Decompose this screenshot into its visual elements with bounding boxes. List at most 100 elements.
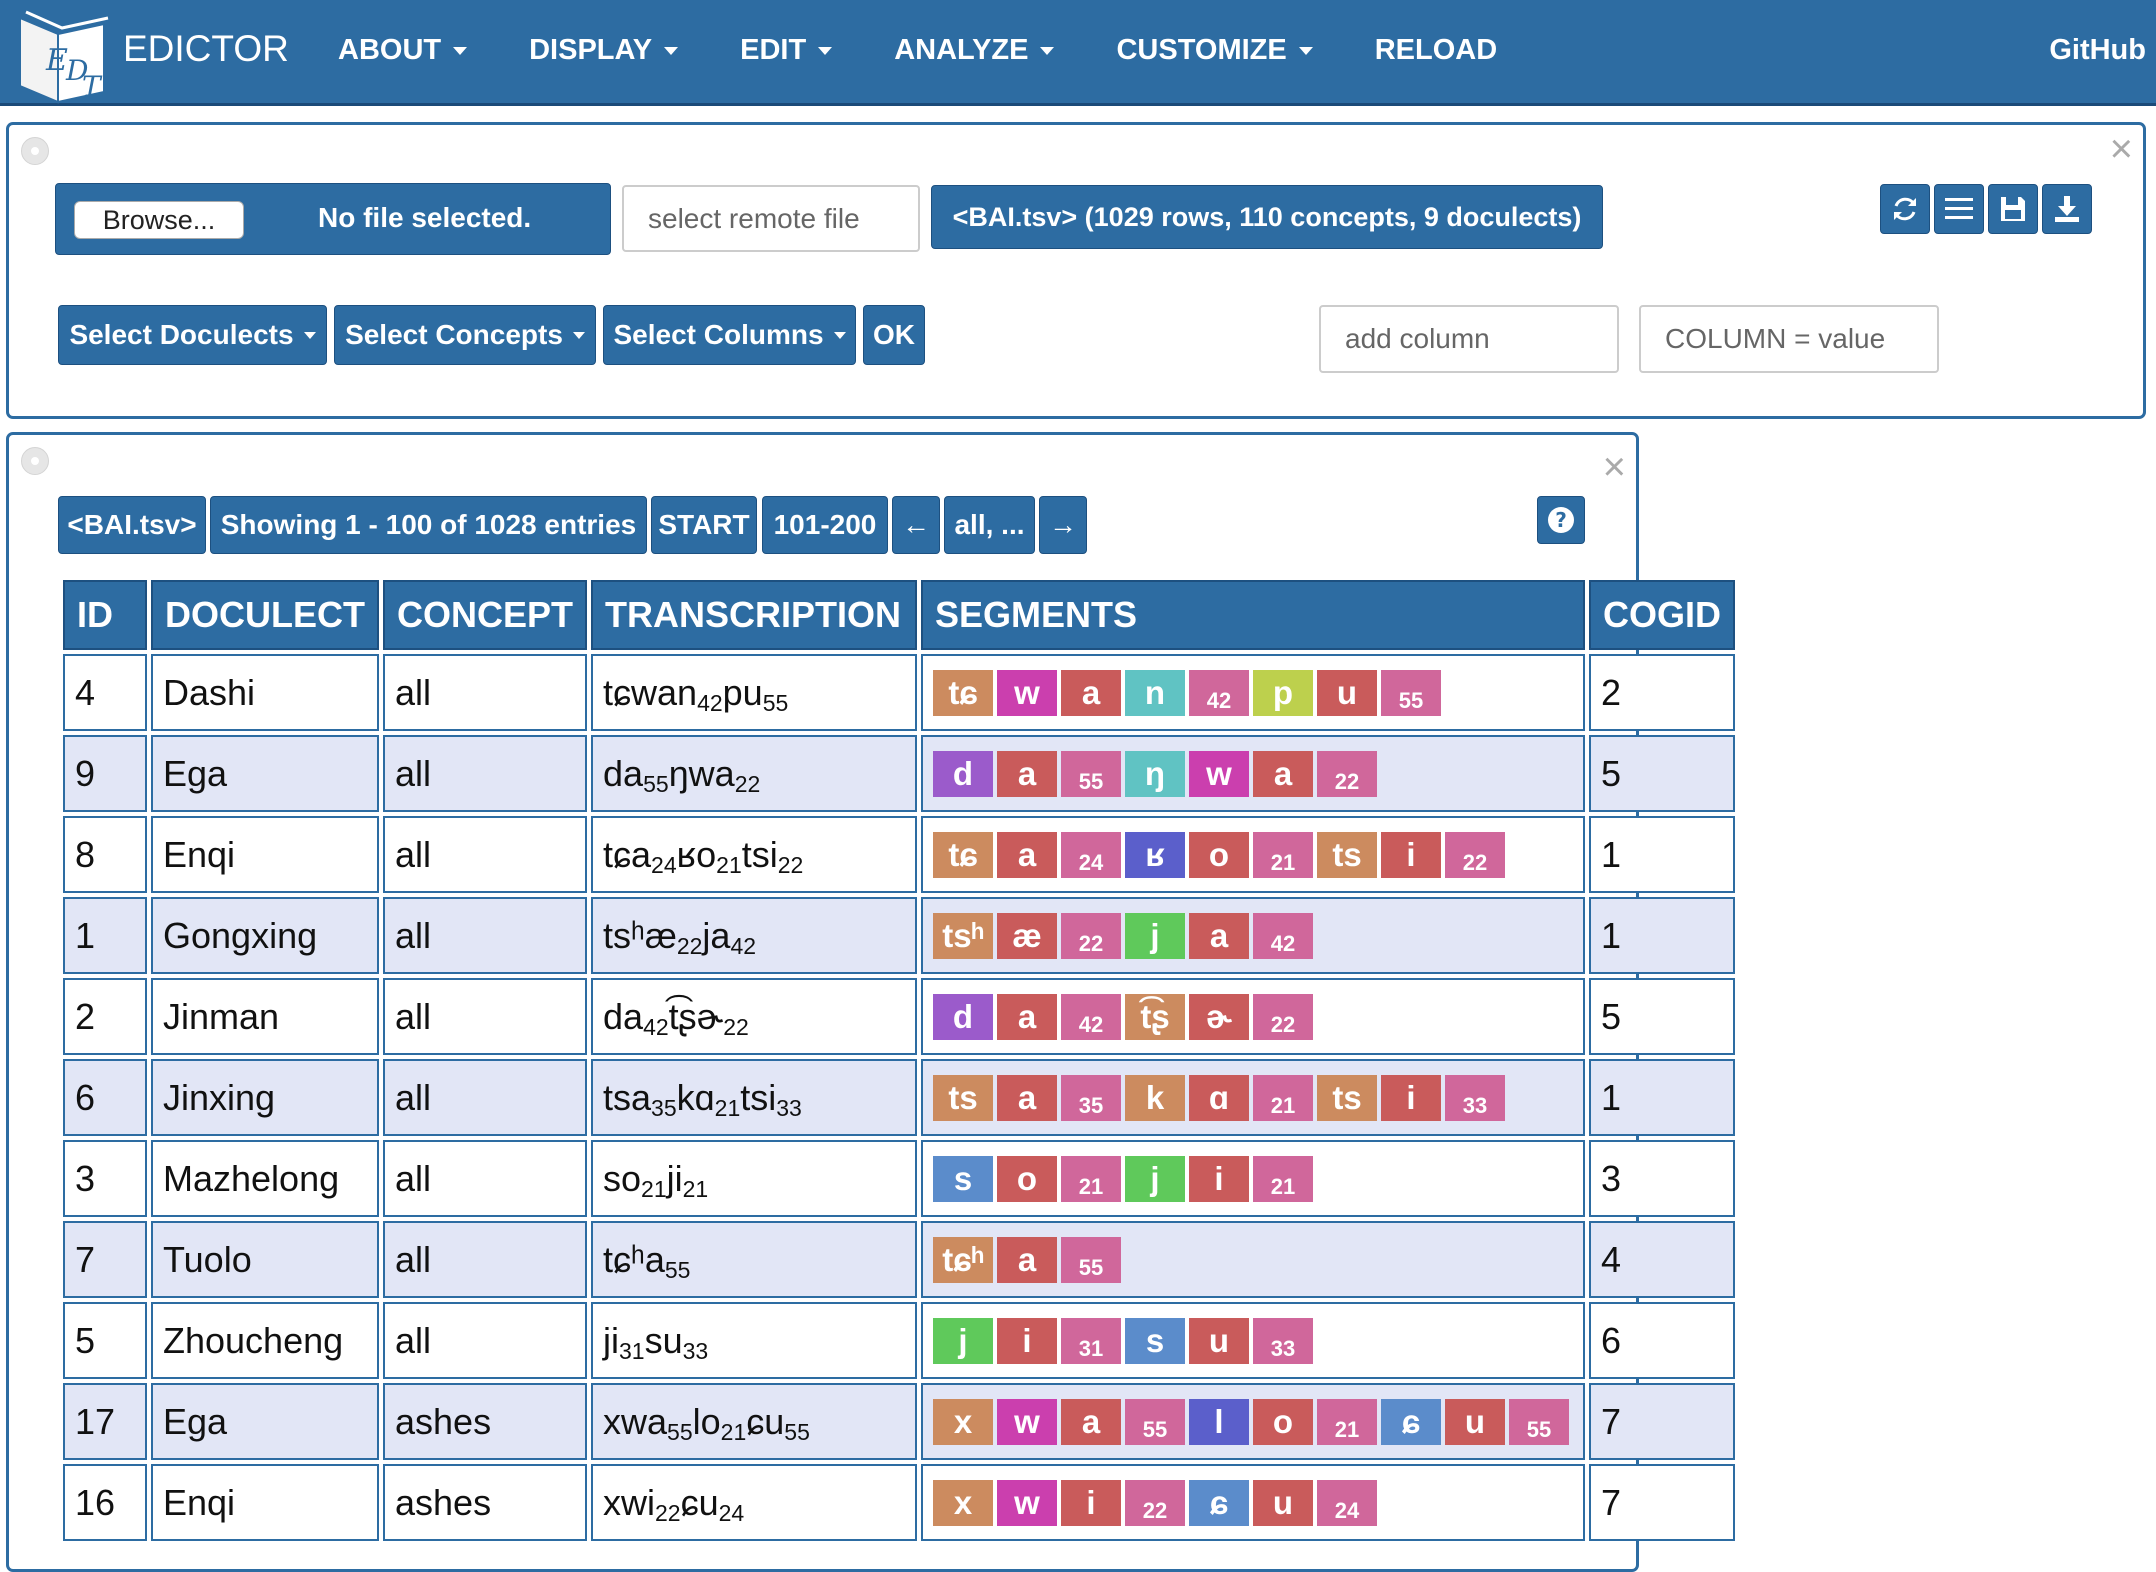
doculect-cell[interactable]: Gongxing <box>151 897 379 974</box>
id-cell[interactable]: 1 <box>63 897 147 974</box>
segments-cell[interactable]: tsʰ æ 22 j a 42 <box>921 897 1586 974</box>
segment-token[interactable]: ts <box>1317 831 1378 878</box>
transcription-cell[interactable]: tɕa24ʁo21tsi22 <box>591 816 918 893</box>
segment-token[interactable]: w <box>1189 750 1250 797</box>
nav-analyze[interactable]: ANALYZE <box>894 34 1055 67</box>
segment-token[interactable]: a <box>1061 669 1122 716</box>
segment-token[interactable]: u <box>1189 1317 1250 1364</box>
nav-customize[interactable]: CUSTOMIZE <box>1116 34 1313 67</box>
concept-cell[interactable]: ashes <box>383 1464 588 1541</box>
segment-token[interactable]: i <box>1189 1155 1250 1202</box>
doculect-cell[interactable]: Zhoucheng <box>151 1302 379 1379</box>
segment-token[interactable]: p <box>1253 669 1314 716</box>
segment-token[interactable]: 22 <box>1317 750 1378 797</box>
doculect-cell[interactable]: Dashi <box>151 654 379 731</box>
save-button[interactable] <box>1988 184 2038 234</box>
segment-token[interactable]: 31 <box>1061 1317 1122 1364</box>
id-cell[interactable]: 9 <box>63 735 147 812</box>
segment-token[interactable]: u <box>1253 1479 1314 1526</box>
segment-token[interactable]: i <box>1381 1074 1442 1121</box>
segment-token[interactable]: s <box>1125 1317 1186 1364</box>
doculect-cell[interactable]: Mazhelong <box>151 1140 379 1217</box>
transcription-cell[interactable]: da42t͡ʂɚ22 <box>591 978 918 1055</box>
segment-token[interactable]: a <box>1253 750 1314 797</box>
column-header-concept[interactable]: CONCEPT <box>383 580 588 650</box>
segments-cell[interactable]: tɕ w a n 42 p u 55 <box>921 654 1586 731</box>
segment-token[interactable]: 22 <box>1125 1479 1186 1526</box>
nav-display[interactable]: DISPLAY <box>529 34 679 67</box>
table-row[interactable]: 5 Zhoucheng all ji31su33 j i 31 s u 33 6 <box>63 1302 1736 1379</box>
segment-token[interactable]: tɕ <box>933 669 994 716</box>
segment-token[interactable]: o <box>1189 831 1250 878</box>
segment-token[interactable]: a <box>1189 912 1250 959</box>
cogid-cell[interactable]: 7 <box>1589 1383 1736 1460</box>
segment-token[interactable]: u <box>1445 1398 1506 1445</box>
id-cell[interactable]: 16 <box>63 1464 147 1541</box>
transcription-cell[interactable]: so21ji21 <box>591 1140 918 1217</box>
segment-token[interactable]: 42 <box>1189 669 1250 716</box>
table-row[interactable]: 3 Mazhelong all so21ji21 s o 21 j i 21 3 <box>63 1140 1736 1217</box>
file-input[interactable]: Browse... No file selected. <box>55 183 611 255</box>
edictor-logo-icon[interactable]: E D T <box>12 4 116 104</box>
concept-cell[interactable]: all <box>383 897 588 974</box>
id-cell[interactable]: 8 <box>63 816 147 893</box>
close-icon[interactable]: × <box>2110 129 2133 169</box>
segment-token[interactable]: ts <box>1317 1074 1378 1121</box>
segment-token[interactable]: 22 <box>1445 831 1506 878</box>
segment-token[interactable]: a <box>997 750 1058 797</box>
segment-token[interactable]: ts <box>933 1074 994 1121</box>
start-button[interactable]: START <box>651 496 757 554</box>
segment-token[interactable]: w <box>997 669 1058 716</box>
id-cell[interactable]: 4 <box>63 654 147 731</box>
download-button[interactable] <box>2042 184 2092 234</box>
segment-token[interactable]: n <box>1125 669 1186 716</box>
segments-cell[interactable]: d a 55 ŋ w a 22 <box>921 735 1586 812</box>
segment-token[interactable]: ɕ <box>1381 1398 1442 1445</box>
concept-cell[interactable]: all <box>383 1059 588 1136</box>
segment-token[interactable]: d <box>933 750 994 797</box>
column-header-transcription[interactable]: TRANSCRIPTION <box>591 580 918 650</box>
concept-cell[interactable]: all <box>383 1302 588 1379</box>
segment-token[interactable]: tsʰ <box>933 912 994 959</box>
segment-token[interactable]: o <box>997 1155 1058 1202</box>
segments-cell[interactable]: j i 31 s u 33 <box>921 1302 1586 1379</box>
segment-token[interactable]: 42 <box>1253 912 1314 959</box>
segment-token[interactable]: 22 <box>1061 912 1122 959</box>
segment-token[interactable]: o <box>1253 1398 1314 1445</box>
doculect-cell[interactable]: Enqi <box>151 816 379 893</box>
cogid-cell[interactable]: 1 <box>1589 897 1736 974</box>
segments-cell[interactable]: x w i 22 ɕ u 24 <box>921 1464 1586 1541</box>
column-header-cogid[interactable]: COGID <box>1589 580 1736 650</box>
segment-token[interactable]: 21 <box>1253 831 1314 878</box>
select-columns-button[interactable]: Select Columns <box>603 305 856 365</box>
segment-token[interactable]: 55 <box>1125 1398 1186 1445</box>
segment-token[interactable]: w <box>997 1479 1058 1526</box>
ok-button[interactable]: OK <box>863 305 925 365</box>
transcription-cell[interactable]: tsa35kɑ21tsi33 <box>591 1059 918 1136</box>
cogid-cell[interactable]: 5 <box>1589 735 1736 812</box>
concept-cell[interactable]: all <box>383 978 588 1055</box>
concept-cell[interactable]: ashes <box>383 1383 588 1460</box>
segment-token[interactable]: i <box>1381 831 1442 878</box>
cogid-cell[interactable]: 7 <box>1589 1464 1736 1541</box>
doculect-cell[interactable]: Ega <box>151 735 379 812</box>
cogid-cell[interactable]: 4 <box>1589 1221 1736 1298</box>
transcription-cell[interactable]: tsʰæ22ja42 <box>591 897 918 974</box>
column-header-id[interactable]: ID <box>63 580 147 650</box>
concept-cell[interactable]: all <box>383 654 588 731</box>
segment-token[interactable]: a <box>997 1074 1058 1121</box>
table-row[interactable]: 4 Dashi all tɕwan42pu55 tɕ w a n 42 p u 55 2 <box>63 654 1736 731</box>
segment-token[interactable]: w <box>997 1398 1058 1445</box>
select-concepts-button[interactable]: Select Concepts <box>334 305 596 365</box>
segment-token[interactable]: j <box>1125 1155 1186 1202</box>
segment-token[interactable]: tɕ <box>933 831 994 878</box>
file-name-button[interactable]: <BAI.tsv> <box>58 496 206 554</box>
transcription-cell[interactable]: da55ŋwa22 <box>591 735 918 812</box>
segment-token[interactable]: x <box>933 1398 994 1445</box>
nav-reload[interactable]: RELOAD <box>1375 34 1497 67</box>
cogid-cell[interactable]: 1 <box>1589 1059 1736 1136</box>
table-row[interactable]: 9 Ega all da55ŋwa22 d a 55 ŋ w a 22 5 <box>63 735 1736 812</box>
segment-token[interactable]: a <box>997 993 1058 1040</box>
show-all-button[interactable]: all, ... <box>944 496 1035 554</box>
segment-token[interactable]: 21 <box>1317 1398 1378 1445</box>
